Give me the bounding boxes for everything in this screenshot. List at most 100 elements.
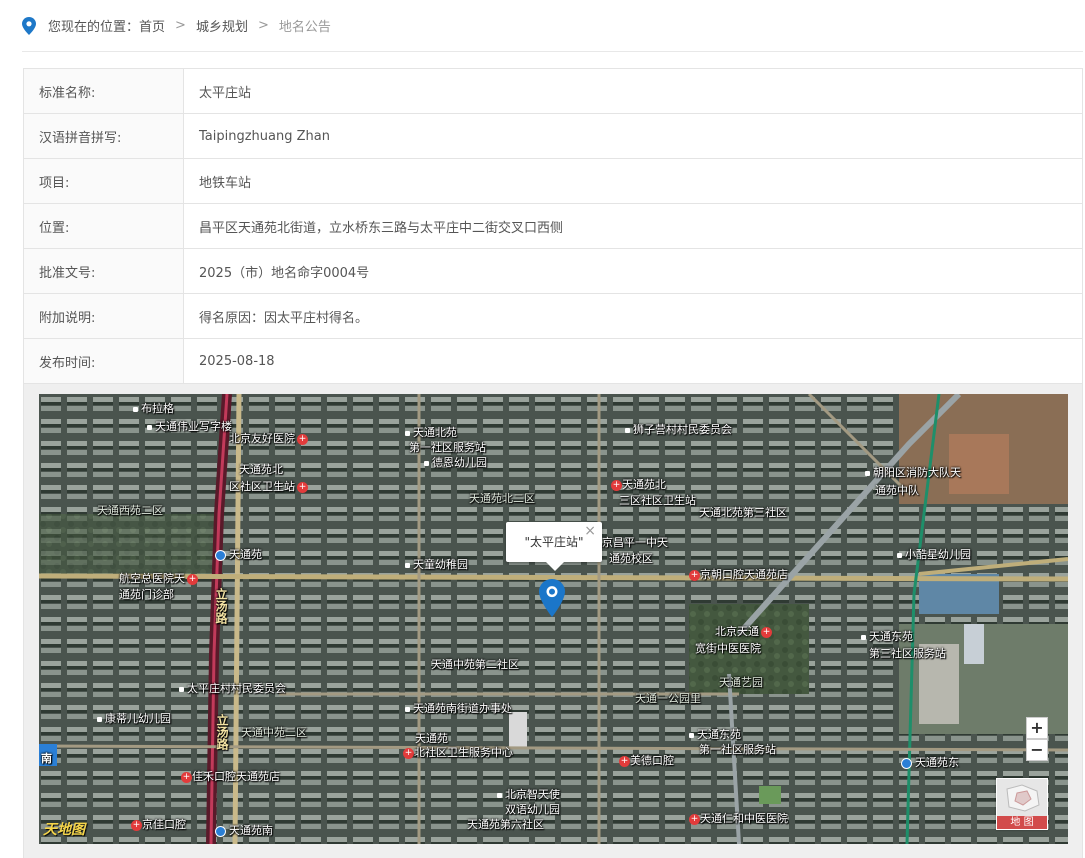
map-poi-label: 北京天通 + — [715, 625, 772, 638]
map-poi-label: 通苑中队 — [875, 484, 919, 497]
hospital-icon: + — [689, 813, 700, 825]
map-station-label: 天通苑东 — [901, 754, 959, 770]
hospital-icon: + — [131, 819, 142, 831]
map-poi-label: 天通北苑第三社区 — [699, 506, 787, 519]
hospital-icon: + — [689, 569, 700, 581]
row-value: 2025（市）地名命字0004号 — [183, 248, 1083, 294]
row-value: Taipingzhuang Zhan — [183, 113, 1083, 159]
map-poi-label: 通苑校区 — [609, 552, 653, 565]
map-station-label: 南 — [41, 752, 52, 765]
map-poi-label: 航空总医院天 + — [119, 572, 198, 585]
map-poi-label: 天通苑北 — [239, 463, 283, 476]
map-district-label: 天通苑第六社区 — [467, 818, 544, 831]
map-poi-label: 北京友好医院 + — [229, 432, 308, 445]
map-poi-label: 双语幼儿园 — [505, 803, 560, 816]
map-district-label: 天通中苑二区 — [241, 726, 307, 739]
hospital-icon: + — [181, 771, 192, 783]
breadcrumb-current: 地名公告 — [278, 20, 331, 35]
map-poi-label: 第一社区服务站 — [699, 743, 776, 756]
map-park-label: 天通一公园里 — [635, 692, 701, 705]
map-poi-label: + 天通苑北 — [611, 478, 666, 491]
row-value: 太平庄站 — [183, 68, 1083, 114]
location-pin-icon — [22, 16, 36, 35]
map-type-label: 地 图 — [997, 816, 1047, 829]
map-poi-label: 北京智天使 — [497, 786, 560, 802]
zoom-controls: + − — [1026, 717, 1048, 761]
breadcrumb-separator: > — [175, 18, 186, 33]
map-poi-label: 天通东苑 — [861, 628, 913, 644]
map-poi-label: 狮子营村村民委员会 — [625, 421, 732, 437]
row-label: 标准名称: — [23, 68, 184, 114]
map-poi-label: 康蒂儿幼儿园 — [97, 710, 171, 726]
table-row: 批准文号: 2025（市）地名命字0004号 — [23, 248, 1083, 294]
row-label: 附加说明: — [23, 293, 184, 339]
map-poi-label: 通苑门诊部 — [119, 588, 174, 601]
table-row: 标准名称: 太平庄站 — [23, 68, 1083, 114]
map-poi-label: 北京昌平一中天 — [591, 536, 668, 549]
map-road-label: 立汤路 — [215, 714, 229, 750]
marker-popup: "太平庄站" × — [506, 522, 602, 571]
map-poi-label: 天通北苑 — [405, 424, 457, 440]
map-poi-label: + 佳禾口腔天通苑店 — [181, 770, 280, 783]
row-label: 批准文号: — [23, 248, 184, 294]
row-label: 项目: — [23, 158, 184, 204]
map-poi-label: 天通伟业写字楼 — [147, 418, 232, 434]
hospital-icon: + — [187, 573, 198, 585]
map-station-label: 天通苑 — [215, 546, 262, 562]
metro-icon — [215, 549, 226, 561]
breadcrumb-prefix: 您现在的位置： — [48, 20, 140, 35]
map-poi-label: 天通苑南街道办事处 — [405, 700, 512, 716]
map-poi-label: 天童幼稚园 — [405, 556, 468, 572]
map-poi-label: 天通东苑 — [689, 726, 741, 742]
hospital-icon: + — [611, 479, 622, 491]
hospital-icon: + — [297, 433, 308, 445]
zoom-out-button[interactable]: − — [1026, 739, 1048, 761]
hospital-icon: + — [619, 755, 630, 767]
popup-text: "太平庄站" — [524, 535, 584, 549]
map-road-label: 立汤路 — [214, 588, 228, 624]
map-poi-label: + 美德口腔 — [619, 754, 674, 767]
map-poi-label: 小酷星幼儿园 — [897, 546, 971, 562]
row-label: 汉语拼音拼写: — [23, 113, 184, 159]
metro-icon — [901, 757, 912, 769]
map-thumbnail-icon — [997, 779, 1047, 817]
map-poi-label: 太平庄村村民委员会 — [179, 680, 286, 696]
map-poi-label: 三区社区卫生站 — [619, 494, 696, 507]
map-park-label: 天通艺园 — [719, 676, 763, 689]
map-district-label: 天通西苑二区 — [97, 504, 163, 517]
hospital-icon: + — [297, 481, 308, 493]
zoom-in-button[interactable]: + — [1026, 717, 1048, 739]
map-poi-label: + 北社区卫生服务中心 — [403, 746, 513, 759]
row-value: 昌平区天通苑北街道，立水桥东三路与太平庄中二街交叉口西侧 — [183, 203, 1083, 249]
row-label: 位置: — [23, 203, 184, 249]
metro-icon — [215, 825, 226, 837]
map-poi-label: 宽街中医医院 — [695, 642, 761, 655]
map-marker-icon[interactable] — [539, 579, 565, 617]
map-poi-label: 第三社区服务站 — [869, 647, 946, 660]
map-district-label: 天通苑北二区 — [469, 492, 535, 505]
map-poi-label: 第一社区服务站 — [409, 441, 486, 454]
map-poi-label: 区社区卫生站 + — [229, 480, 308, 493]
map-poi-label: + 天通仁和中医医院 — [689, 812, 788, 825]
table-row: 汉语拼音拼写: Taipingzhuang Zhan — [23, 113, 1083, 159]
row-value: 地铁车站 — [183, 158, 1083, 204]
breadcrumb-section-link[interactable]: 城乡规划 — [196, 16, 248, 35]
row-label: 发布时间: — [23, 338, 184, 384]
map-poi-label: 德恩幼儿园 — [424, 454, 487, 470]
popup-close-button[interactable]: × — [584, 511, 596, 551]
place-name-info-table: 标准名称: 太平庄站 汉语拼音拼写: Taipingzhuang Zhan 项目… — [23, 68, 1083, 384]
map-type-switch[interactable]: 地 图 — [996, 778, 1048, 830]
map-poi-label: + 京朝口腔天通苑店 — [689, 568, 788, 581]
table-row: 位置: 昌平区天通苑北街道，立水桥东三路与太平庄中二街交叉口西侧 — [23, 203, 1083, 249]
map-poi-label: + 京佳口腔 — [131, 818, 186, 831]
map-poi-label: 朝阳区消防大队天 — [865, 464, 961, 480]
satellite-map[interactable]: 布拉格 天通伟业写字楼 北京友好医院 + 天通北苑 第一社区服务站 德恩幼儿园 狮… — [39, 394, 1068, 844]
breadcrumb-separator: > — [257, 18, 269, 33]
hospital-icon: + — [761, 626, 772, 638]
tianditu-logo: 天地图 — [43, 822, 85, 838]
hospital-icon: + — [403, 747, 414, 759]
breadcrumb-home-link[interactable]: 首页 — [139, 16, 165, 35]
table-row: 附加说明: 得名原因：因太平庄村得名。 — [23, 293, 1083, 339]
row-value: 得名原因：因太平庄村得名。 — [183, 293, 1083, 339]
map-station-label: 天通苑南 — [215, 822, 273, 838]
